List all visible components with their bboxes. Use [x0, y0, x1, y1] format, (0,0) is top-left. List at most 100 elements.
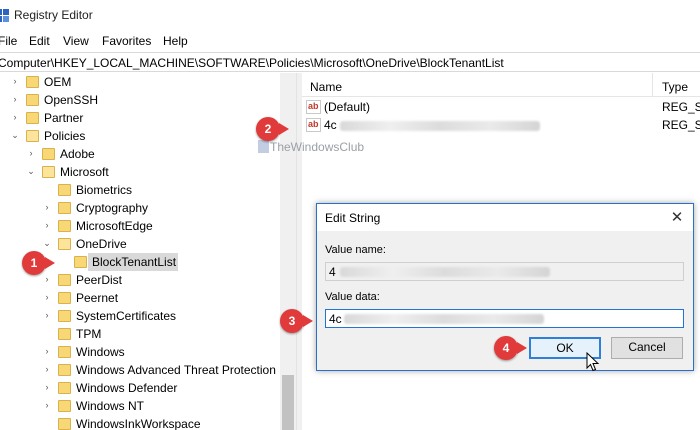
- menu-bar: File Edit View Favorites Help: [0, 31, 700, 51]
- tree-item-policies[interactable]: ⌄ Policies: [0, 127, 280, 145]
- chevron-down-icon[interactable]: ⌄: [10, 130, 20, 140]
- chevron-right-icon[interactable]: ›: [42, 400, 52, 410]
- tree-item-microsoft[interactable]: ⌄ Microsoft: [0, 163, 280, 181]
- address-bar[interactable]: Computer\HKEY_LOCAL_MACHINE\SOFTWARE\Pol…: [0, 52, 700, 72]
- value-name: (Default): [324, 100, 371, 114]
- tree-item-label: Windows NT: [76, 399, 145, 413]
- chevron-right-icon[interactable]: ›: [42, 292, 52, 302]
- watermark-logo-icon: [258, 140, 269, 153]
- tree-item-adobe[interactable]: › Adobe: [0, 145, 280, 163]
- list-row-tenant[interactable]: ab 4c REG_SZ: [302, 116, 700, 134]
- close-icon[interactable]: ✕: [667, 208, 687, 228]
- chevron-right-icon[interactable]: ›: [10, 94, 20, 104]
- tree-item-biometrics[interactable]: Biometrics: [0, 181, 280, 199]
- chevron-down-icon[interactable]: ⌄: [26, 166, 36, 176]
- column-separator[interactable]: [652, 73, 653, 97]
- step-badge-2: 2: [256, 117, 280, 141]
- column-type-header[interactable]: Type: [662, 80, 688, 94]
- redacted-text: [340, 267, 550, 277]
- tree-item-windows[interactable]: › Windows: [0, 343, 280, 361]
- folder-icon: [26, 112, 39, 124]
- list-row-default[interactable]: ab (Default) REG_SZ: [302, 98, 700, 116]
- tree-item-label: Cryptography: [76, 201, 149, 215]
- folder-icon: [58, 310, 71, 322]
- value-type: REG_SZ: [662, 118, 700, 132]
- badge-pointer: [279, 123, 289, 135]
- chevron-right-icon[interactable]: ›: [42, 382, 52, 392]
- tree-item-peernet[interactable]: › Peernet: [0, 289, 280, 307]
- address-path[interactable]: Computer\HKEY_LOCAL_MACHINE\SOFTWARE\Pol…: [0, 56, 504, 70]
- folder-icon: [58, 346, 71, 358]
- menu-edit[interactable]: Edit: [29, 34, 50, 48]
- value-name-field: 4: [325, 262, 684, 281]
- redacted-text: [340, 121, 540, 131]
- folder-icon: [58, 382, 71, 394]
- dialog-title-bar[interactable]: Edit String ✕: [317, 204, 693, 231]
- tree-item-label: Windows Defender: [76, 381, 178, 395]
- tree-item-oem[interactable]: › OEM: [0, 73, 280, 91]
- menu-help[interactable]: Help: [163, 34, 188, 48]
- tree-item-systemcertificates[interactable]: › SystemCertificates: [0, 307, 280, 325]
- tree-item-openssh[interactable]: › OpenSSH: [0, 91, 280, 109]
- chevron-right-icon[interactable]: ›: [42, 364, 52, 374]
- tree-item-label: Biometrics: [76, 183, 133, 197]
- tree-item-tpm[interactable]: TPM: [0, 325, 280, 343]
- chevron-right-icon[interactable]: ›: [10, 112, 20, 122]
- tree-item-label: Microsoft: [60, 165, 109, 179]
- tree-item-windows-advanced-threat-protection[interactable]: › Windows Advanced Threat Protection: [0, 361, 280, 379]
- value-data-text: 4c: [329, 312, 342, 326]
- menu-file[interactable]: File: [0, 34, 17, 48]
- dialog-title: Edit String: [325, 211, 381, 225]
- key-tree: › OEM › OpenSSH › Partner ⌄ Policies › A…: [0, 73, 296, 430]
- tree-item-label: BlockTenantList: [92, 255, 177, 269]
- chevron-right-icon[interactable]: ›: [42, 274, 52, 284]
- cancel-button[interactable]: Cancel: [611, 337, 683, 359]
- chevron-right-icon[interactable]: ›: [26, 148, 36, 158]
- folder-icon: [58, 364, 71, 376]
- tree-item-peerdist[interactable]: › PeerDist: [0, 271, 280, 289]
- tree-item-label: Adobe: [60, 147, 95, 161]
- chevron-right-icon[interactable]: ›: [42, 346, 52, 356]
- tree-item-label: OneDrive: [76, 237, 127, 251]
- string-value-icon: ab: [306, 118, 321, 132]
- step-badge-1: 1: [22, 251, 46, 275]
- tree-item-label: Policies: [44, 129, 86, 143]
- scrollbar-thumb[interactable]: [282, 375, 294, 430]
- chevron-right-icon[interactable]: ›: [10, 76, 20, 86]
- tree-item-label: PeerDist: [76, 273, 123, 287]
- tree-item-windows-nt[interactable]: › Windows NT: [0, 397, 280, 415]
- menu-view[interactable]: View: [63, 34, 89, 48]
- value-name: 4c: [324, 118, 337, 132]
- watermark: TheWindowsClub: [270, 140, 365, 154]
- menu-favorites[interactable]: Favorites: [102, 34, 151, 48]
- tree-item-windowsinkworkspace[interactable]: WindowsInkWorkspace: [0, 415, 280, 430]
- tree-item-label: TPM: [76, 327, 102, 341]
- tree-item-label: SystemCertificates: [76, 309, 177, 323]
- tree-item-partner[interactable]: › Partner: [0, 109, 280, 127]
- badge-pointer: [45, 257, 55, 269]
- tree-item-label: Windows Advanced Threat Protection: [76, 363, 276, 377]
- folder-icon: [58, 400, 71, 412]
- chevron-right-icon[interactable]: ›: [42, 220, 52, 230]
- tree-item-label: WindowsInkWorkspace: [76, 417, 201, 430]
- tree-item-cryptography[interactable]: › Cryptography: [0, 199, 280, 217]
- folder-icon: [58, 184, 71, 196]
- chevron-right-icon[interactable]: ›: [42, 202, 52, 212]
- step-badge-3: 3: [280, 309, 304, 333]
- folder-icon: [26, 94, 39, 106]
- folder-icon: [26, 76, 39, 88]
- mouse-cursor-icon: [586, 352, 600, 372]
- tree-item-label: MicrosoftEdge: [76, 219, 153, 233]
- tree-item-onedrive[interactable]: ⌄ OneDrive: [0, 235, 280, 253]
- chevron-down-icon[interactable]: ⌄: [42, 238, 52, 248]
- tree-item-label: Partner: [44, 111, 84, 125]
- folder-open-icon: [58, 238, 71, 250]
- folder-icon: [58, 328, 71, 340]
- value-data-input[interactable]: 4c: [325, 309, 684, 328]
- tree-item-microsoftedge[interactable]: › MicrosoftEdge: [0, 217, 280, 235]
- column-name-header[interactable]: Name: [310, 80, 342, 94]
- redacted-text: [344, 314, 544, 324]
- step-badge-4: 4: [494, 336, 518, 360]
- chevron-right-icon[interactable]: ›: [42, 310, 52, 320]
- tree-item-windows-defender[interactable]: › Windows Defender: [0, 379, 280, 397]
